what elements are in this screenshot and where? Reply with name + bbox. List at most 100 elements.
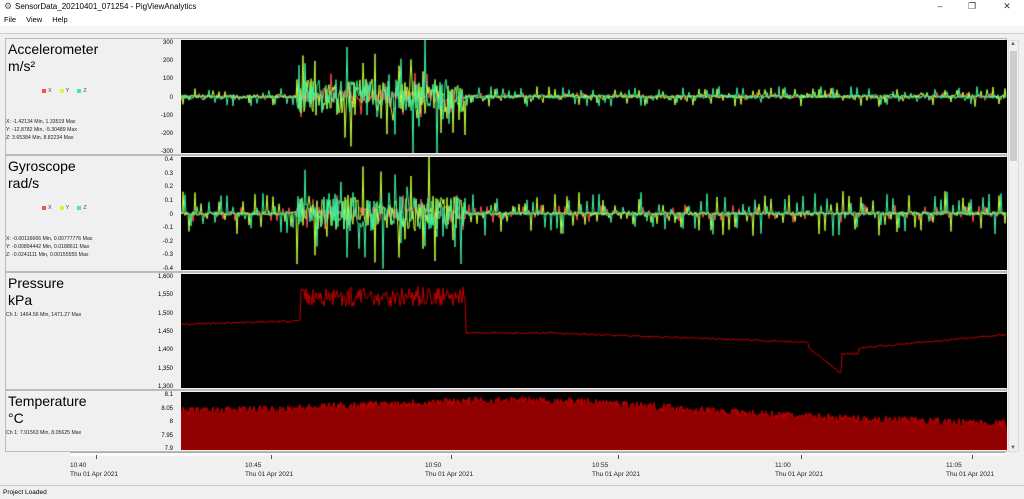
legend-label: X [48, 205, 52, 211]
panel-title: Pressure kPa [8, 275, 64, 309]
time-tick [271, 455, 272, 459]
stats-text: X: -0.00116666 Min, 0.00777776 Max Y: -0.… [6, 235, 92, 259]
stats-line: Z: 3.65384 Min, 8.82234 Max [6, 135, 74, 141]
time-label-time: 10:55 [592, 462, 609, 469]
panel-accel: Accelerometer m/s² X Y Z X: -1.42134 Min, 1.3… [5, 38, 1007, 155]
y-tick-label: 1,550 [157, 292, 173, 299]
y-tick-label: 1,400 [157, 347, 173, 354]
y-tick-label: 300 [162, 40, 173, 46]
temp-plot[interactable] [181, 392, 1007, 450]
legend-swatch [42, 88, 46, 93]
y-tick-label: 1,350 [157, 365, 173, 372]
minimize-button[interactable]: – [925, 0, 955, 13]
time-label-time: 10:50 [425, 462, 442, 469]
stats-line: Y: -0.00894442 Min, 0.0188611 Max [6, 244, 90, 250]
time-label-date: Thu 01 Apr 2021 [425, 471, 474, 478]
legend-swatch [59, 88, 64, 93]
accel-plot[interactable] [181, 40, 1007, 153]
y-tick-label: -0.3 [162, 252, 173, 259]
scrollbar-thumb[interactable] [1010, 51, 1017, 161]
close-button[interactable]: ✕ [992, 0, 1022, 13]
y-tick-label: 8 [169, 419, 173, 425]
y-tick-label: -0.1 [162, 225, 173, 232]
sensor-unit: °C [8, 410, 24, 426]
sensor-unit: rad/s [8, 175, 40, 191]
panel-title: Temperature °C [8, 393, 87, 427]
stats-line: Z: -0.0241111 Min, 0.00155555 Max [6, 252, 89, 258]
y-tick-label: 0.4 [164, 157, 173, 163]
legend-label: Z [83, 205, 87, 211]
time-label-date: Thu 01 Apr 2021 [946, 471, 995, 478]
time-tick [96, 455, 97, 459]
restore-button[interactable]: ❐ [957, 0, 987, 13]
legend-swatch [77, 205, 82, 210]
window-title: SensorData_20210401_071254 - PigViewAnal… [15, 2, 197, 11]
time-label-time: 10:40 [70, 462, 87, 469]
time-label-time: 10:45 [245, 462, 262, 469]
legend-label: X [48, 88, 52, 94]
time-label-date: Thu 01 Apr 2021 [775, 471, 824, 478]
vertical-scrollbar[interactable]: ▲ ▼ [1008, 40, 1019, 452]
y-tick-label: -0.2 [162, 238, 173, 245]
sensor-name: Temperature [8, 393, 87, 409]
gyro-plot[interactable] [181, 157, 1007, 270]
stats-line: X: -1.42134 Min, 1.33519 Max [6, 119, 76, 125]
y-tick-label: 8.1 [164, 392, 173, 398]
legend: X Y Z [34, 88, 87, 94]
legend-label: Y [65, 205, 70, 211]
toolbar [0, 26, 1024, 34]
y-tick-label: 1,500 [157, 310, 173, 317]
y-tick-label: 200 [162, 58, 173, 65]
time-label-date: Thu 01 Apr 2021 [245, 471, 294, 478]
y-tick-label: -200 [160, 130, 173, 137]
legend-swatch [77, 88, 82, 93]
y-tick-label: 100 [162, 76, 173, 83]
panel-gyro: Gyroscope rad/s X Y Z X: -0.00116666 Min, 0.0… [5, 155, 1007, 272]
menu-help[interactable]: Help [52, 15, 67, 24]
stats-text: Ch 1: 1464.56 Min, 1471.27 Max [6, 311, 81, 319]
y-tick-label: 0 [169, 211, 173, 218]
legend: X Y Z [34, 205, 87, 211]
y-tick-label: 7.95 [161, 432, 173, 439]
legend-swatch [59, 205, 64, 210]
time-label: 10:45 Thu 01 Apr 2021 [245, 461, 293, 479]
panel-title: Gyroscope rad/s [8, 158, 76, 192]
time-label: 10:40 Thu 01 Apr 2021 [70, 461, 118, 479]
y-tick-label: 0 [169, 94, 173, 101]
time-label-time: 11:05 [946, 462, 962, 469]
y-tick-label: -100 [160, 112, 173, 119]
stats-text: Ch 1: 7.91563 Min, 8.05625 Max [6, 429, 81, 437]
sensor-name: Accelerometer [8, 41, 99, 57]
stats-line: X: -0.00116666 Min, 0.00777776 Max [6, 236, 93, 242]
legend-label: Z [83, 88, 87, 94]
legend-swatch [42, 205, 46, 210]
time-tick [801, 455, 802, 459]
sensor-name: Gyroscope [8, 158, 76, 174]
time-label: 11:05 Thu 01 Apr 2021 [946, 461, 994, 479]
menu-file[interactable]: File [4, 15, 16, 24]
stats-line: Y: -12.8782 Min, -5.30489 Max [6, 127, 77, 133]
time-tick [451, 455, 452, 459]
sensor-name: Pressure [8, 275, 65, 291]
scroll-up-icon[interactable]: ▲ [1010, 41, 1016, 47]
panel-temp: Temperature °C Ch 1: 7.91563 Min, 8.05625 … [5, 390, 1007, 452]
menu-view[interactable]: View [26, 15, 42, 24]
stats-line: Ch 1: 1464.56 Min, 1471.27 Max [6, 312, 82, 318]
time-label: 11:00 Thu 01 Apr 2021 [775, 461, 823, 479]
time-axis-slider[interactable] [70, 452, 1005, 456]
sensor-unit: kPa [8, 292, 33, 308]
y-tick-label: 8.05 [161, 405, 173, 412]
y-tick-label: 0.3 [164, 170, 173, 177]
stats-text: X: -1.42134 Min, 1.33519 Max Y: -12.8782 … [6, 118, 77, 142]
time-label: 10:50 Thu 01 Apr 2021 [425, 461, 473, 479]
time-tick [618, 455, 619, 459]
pressure-plot[interactable] [181, 274, 1007, 388]
scroll-down-icon[interactable]: ▼ [1010, 445, 1016, 451]
y-tick-label: 1,450 [157, 329, 173, 335]
menu-bar: File View Help [0, 13, 1024, 26]
time-tick [972, 455, 973, 459]
panel-title: Accelerometer m/s² [8, 41, 98, 75]
time-label-date: Thu 01 Apr 2021 [70, 471, 119, 478]
y-tick-label: 0.1 [164, 197, 173, 204]
time-label-time: 11:00 [775, 462, 791, 469]
